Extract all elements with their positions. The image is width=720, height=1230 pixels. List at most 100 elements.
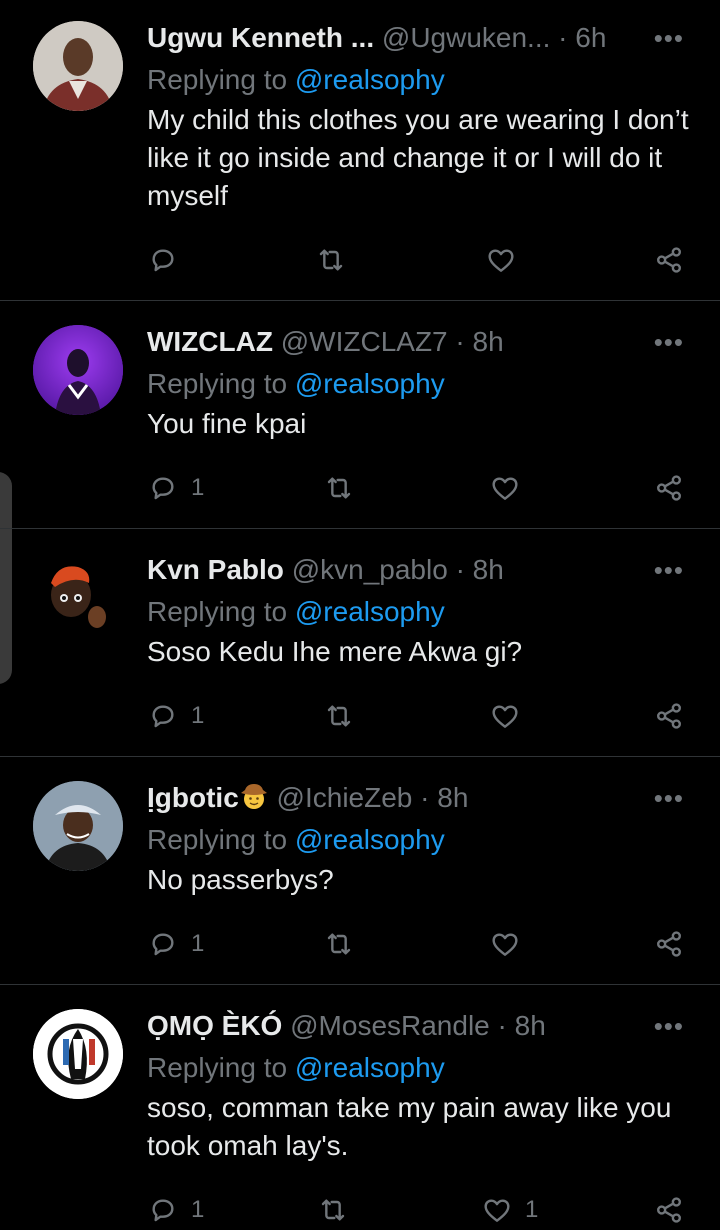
user-handle[interactable]: @kvn_pablo [292,554,448,585]
share-button[interactable] [653,240,685,280]
like-button[interactable] [485,240,529,280]
tweet-text: My child this clothes you are wearing I … [147,104,689,211]
replying-to-label: Replying to [147,368,288,399]
avatar[interactable] [33,781,123,871]
cowboy-hat-face-icon [240,784,267,809]
share-icon [657,247,681,273]
more-options-icon[interactable]: ••• [654,20,684,56]
like-count: 1 [525,1196,539,1223]
replying-to-label: Replying to [147,1052,288,1083]
tweet-time: · 8h [420,782,469,813]
tweet-time: · 8h [455,326,504,357]
tweet-text: You fine kpai [147,408,307,439]
user-handle[interactable]: @IchieZeb [277,782,413,813]
tweet-header: Kvn Pablo @kvn_pablo · 8h [147,552,504,588]
reply-count: 1 [191,702,205,729]
retweet-icon [319,249,343,271]
tweet-actions: 1 [147,696,687,736]
divider [0,984,720,985]
tweet-actions: 1 [147,468,687,508]
reply-icon [152,477,174,500]
replying-to-link[interactable]: @realsophy [295,64,445,95]
retweet-button[interactable] [323,924,367,964]
like-button[interactable] [489,924,533,964]
tweet-text: Soso Kedu Ihe mere Akwa gi? [147,636,523,667]
share-icon [657,703,681,729]
share-button[interactable] [653,468,685,508]
divider [0,528,720,529]
reply-button[interactable]: 1 [147,924,204,964]
replying-to-label: Replying to [147,596,288,627]
replying-to: Replying to @realsophy [147,822,445,858]
tweet-actions: 1 1 [147,1190,687,1230]
replying-to-link[interactable]: @realsophy [295,596,445,627]
display-name[interactable]: ỌMỌ ÈKÓ [147,1010,282,1041]
reply-button[interactable]: 1 [147,468,204,508]
replying-to: Replying to @realsophy [147,1050,445,1086]
tweet-text: soso, comman take my pain away like you … [147,1092,672,1161]
heart-icon [488,249,514,272]
display-name[interactable]: WIZCLAZ [147,326,273,357]
like-button[interactable] [489,468,533,508]
replying-to: Replying to @realsophy [147,62,445,98]
more-options-icon[interactable]: ••• [654,552,684,588]
more-options-icon[interactable]: ••• [654,780,684,816]
tweet-actions [147,240,687,280]
heart-icon [492,933,518,956]
avatar[interactable] [33,1009,123,1099]
retweet-icon [321,1199,345,1221]
retweet-button[interactable] [315,240,359,280]
display-name[interactable]: Kvn Pablo [147,554,284,585]
edge-panel-handle[interactable] [0,472,12,684]
heart-icon [492,477,518,500]
display-name[interactable]: Ịgbotic [147,782,239,813]
share-icon [657,1197,681,1223]
share-button[interactable] [653,924,685,964]
tweet-header: ỌMỌ ÈKÓ @MosesRandle · 8h [147,1008,546,1044]
replying-to-link[interactable]: @realsophy [295,824,445,855]
heart-icon [484,1199,510,1222]
share-button[interactable] [653,696,685,736]
more-options-icon[interactable]: ••• [654,1008,684,1044]
reply-count: 1 [191,474,205,501]
heart-icon [492,705,518,728]
divider [0,756,720,757]
retweet-button[interactable] [317,1190,361,1230]
retweet-icon [327,705,351,727]
tweet-time: · 8h [497,1010,546,1041]
divider [0,300,720,301]
user-handle[interactable]: @Ugwuken... [382,22,551,53]
retweet-button[interactable] [323,468,367,508]
retweet-button[interactable] [323,696,367,736]
tweet-header: Ugwu Kenneth ... @Ugwuken... · 6h [147,20,606,56]
user-handle[interactable]: @WIZCLAZ7 [281,326,448,357]
reply-icon [152,933,174,956]
retweet-icon [327,477,351,499]
share-icon [657,475,681,501]
avatar[interactable] [33,325,123,415]
share-button[interactable] [653,1190,685,1230]
replying-to-label: Replying to [147,824,288,855]
reply-button[interactable]: 1 [147,1190,204,1230]
tweet-time: · 8h [455,554,504,585]
like-button[interactable] [489,696,533,736]
replying-to-link[interactable]: @realsophy [295,1052,445,1083]
reply-count: 1 [191,930,205,957]
like-button[interactable]: 1 [481,1190,538,1230]
display-name[interactable]: Ugwu Kenneth ... [147,22,374,53]
reply-count: 1 [191,1196,205,1223]
avatar[interactable] [33,21,123,111]
avatar[interactable] [33,553,123,643]
more-options-icon[interactable]: ••• [654,324,684,360]
reply-icon [152,705,174,728]
tweet-time: · 6h [558,22,607,53]
share-icon [657,931,681,957]
user-handle[interactable]: @MosesRandle [290,1010,490,1041]
replying-to-label: Replying to [147,64,288,95]
replying-to-link[interactable]: @realsophy [295,368,445,399]
reply-icon [152,1199,174,1222]
reply-button[interactable]: 1 [147,696,204,736]
retweet-icon [327,933,351,955]
tweet-header: WIZCLAZ @WIZCLAZ7 · 8h [147,324,504,360]
reply-button[interactable] [147,240,191,280]
